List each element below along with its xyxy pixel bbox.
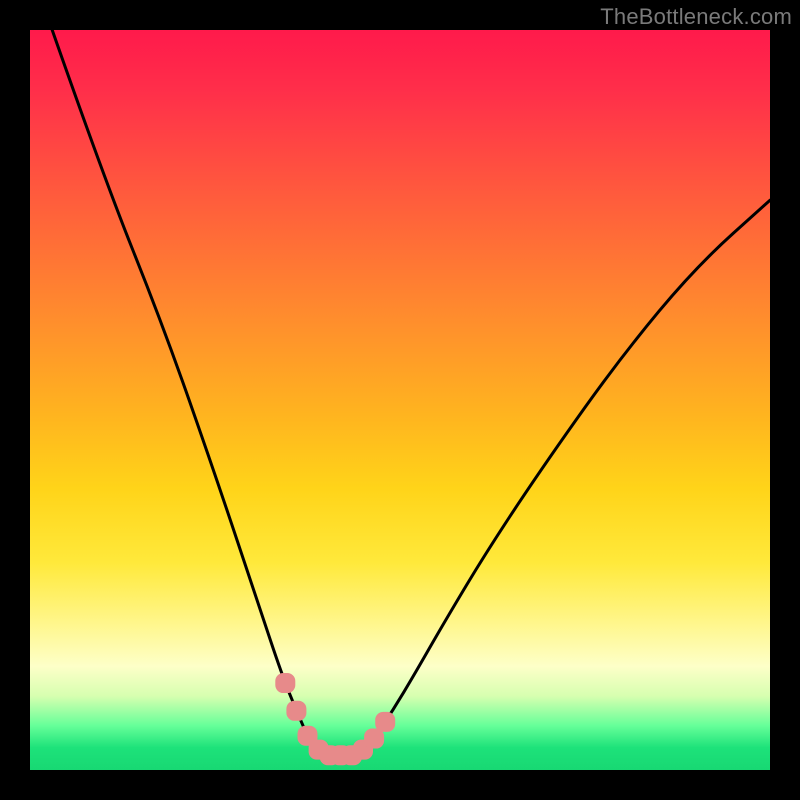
highlight-marker	[375, 712, 395, 732]
curve-svg	[30, 30, 770, 770]
highlight-marker	[286, 701, 306, 721]
plot-area	[30, 30, 770, 770]
outer-frame: TheBottleneck.com	[0, 0, 800, 800]
highlight-markers	[275, 673, 395, 765]
bottleneck-curve-path	[52, 30, 770, 755]
watermark-text: TheBottleneck.com	[600, 4, 792, 30]
highlight-marker	[275, 673, 295, 693]
